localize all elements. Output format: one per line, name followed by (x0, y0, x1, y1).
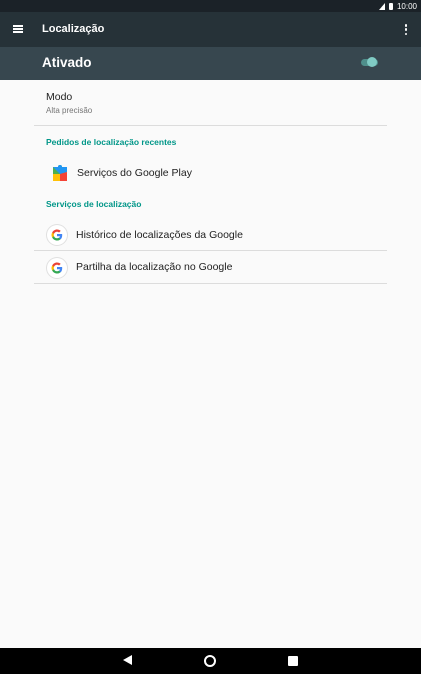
mode-summary: Alta precisão (46, 106, 93, 115)
menu-icon[interactable] (13, 25, 23, 33)
google-g-icon (47, 258, 67, 278)
recents-icon[interactable] (288, 656, 298, 666)
list-item-label: Serviços do Google Play (77, 167, 192, 179)
more-options-icon[interactable] (404, 24, 408, 35)
google-g-icon (47, 225, 67, 245)
status-bar: 10:00 (0, 0, 421, 12)
location-services-header: Serviços de localização (46, 199, 142, 209)
location-master-switch-bar[interactable]: Ativado (0, 47, 421, 80)
divider (34, 125, 387, 126)
recent-requests-header: Pedidos de localização recentes (46, 137, 177, 147)
status-icons: 10:00 (378, 0, 417, 12)
google-play-services-icon (53, 165, 67, 181)
divider (34, 283, 387, 284)
page-title: Localização (42, 23, 105, 35)
back-icon[interactable] (123, 655, 132, 665)
list-item-google-play-services[interactable]: Serviços do Google Play (34, 154, 387, 192)
list-item-label: Partilha da localização no Google (76, 261, 233, 273)
master-switch-label: Ativado (42, 55, 92, 70)
signal-icon (378, 2, 385, 10)
app-toolbar: Localização (0, 12, 421, 47)
list-item-location-sharing[interactable]: Partilha da localização no Google (34, 251, 387, 283)
home-icon[interactable] (204, 655, 216, 667)
battery-icon (388, 2, 393, 10)
list-item-label: Histórico de localizações da Google (76, 229, 243, 241)
mode-preference[interactable]: Modo Alta precisão (34, 80, 387, 125)
status-time: 10:00 (396, 1, 417, 11)
list-item-location-history[interactable]: Histórico de localizações da Google (34, 218, 387, 250)
location-toggle-switch[interactable] (367, 57, 377, 67)
mode-title: Modo (46, 91, 73, 103)
